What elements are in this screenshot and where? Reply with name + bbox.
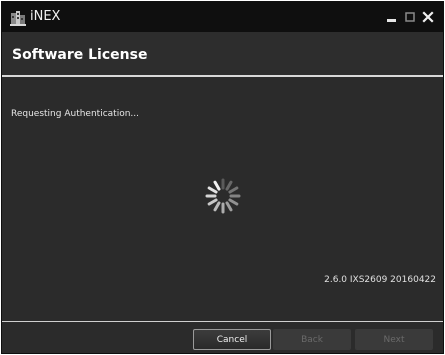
spinner-spoke bbox=[228, 198, 239, 206]
inex-app-icon bbox=[10, 10, 26, 26]
window-title: iNEX bbox=[30, 9, 61, 24]
spinner-spoke bbox=[228, 186, 239, 194]
footer-bar: Cancel Back Next bbox=[2, 322, 443, 353]
spinner-spoke bbox=[207, 186, 218, 194]
title-bar[interactable]: iNEX bbox=[2, 2, 443, 32]
close-icon[interactable] bbox=[421, 10, 435, 24]
minimize-icon[interactable] bbox=[385, 10, 399, 24]
status-text: Requesting Authentication... bbox=[11, 109, 139, 119]
main-content: Requesting Authentication... 2.6.0 IXS26… bbox=[2, 77, 443, 321]
cancel-button[interactable]: Cancel bbox=[193, 329, 271, 350]
spinner-spoke bbox=[225, 180, 233, 191]
next-button[interactable]: Next bbox=[355, 329, 433, 350]
spinner-spoke bbox=[213, 180, 221, 191]
page-header: Software License bbox=[2, 32, 443, 76]
back-button[interactable]: Back bbox=[273, 329, 351, 350]
spinner-spoke bbox=[213, 201, 221, 212]
loading-spinner-icon bbox=[205, 178, 241, 214]
spinner-spoke bbox=[207, 198, 218, 206]
maximize-icon[interactable] bbox=[403, 10, 417, 24]
spinner-spoke bbox=[225, 201, 233, 212]
page-title: Software License bbox=[12, 47, 148, 63]
window-controls bbox=[385, 6, 435, 28]
installer-window: iNEX Software License Requesting Authent… bbox=[1, 1, 444, 354]
version-label: 2.6.0 IXS2609 20160422 bbox=[324, 275, 436, 285]
